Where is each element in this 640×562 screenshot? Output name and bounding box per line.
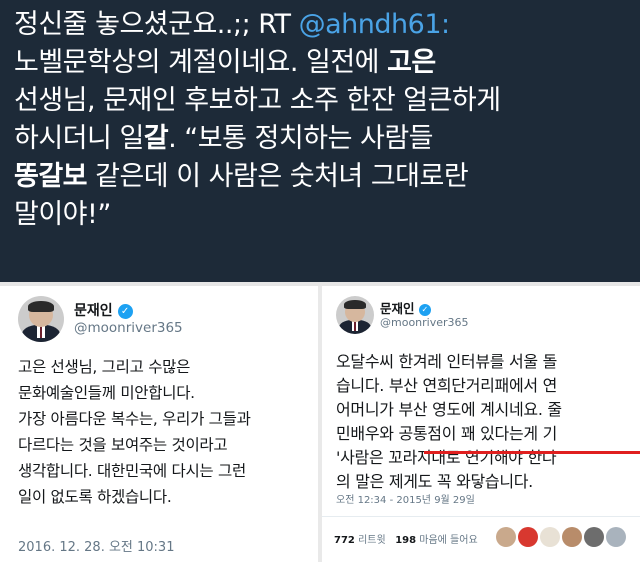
like-count[interactable]: 198 bbox=[395, 535, 416, 546]
right-tweet-card: 문재인 ✓ @moonriver365 오달수씨 한겨레 인터뷰를 서울 돌 습… bbox=[322, 286, 640, 562]
tweet-body-line: 오달수씨 한겨레 인터뷰를 서울 돌 bbox=[336, 352, 558, 371]
retweet-label[interactable]: 리트윗 bbox=[358, 535, 386, 546]
engagement-stats: 772 리트윗 198 마음에 들어요 bbox=[334, 531, 478, 546]
top-line-4-rest: . “보통 정치하는 사람들 bbox=[168, 123, 434, 154]
like-label[interactable]: 마음에 들어요 bbox=[419, 535, 477, 546]
author-name[interactable]: 문재인 ✓ bbox=[380, 298, 431, 317]
mention-handle[interactable]: @ahndh61: bbox=[299, 9, 450, 40]
top-line-4: 하시더니 일갈. “보통 정치하는 사람들 bbox=[14, 120, 630, 158]
top-line-4-bold: 갈 bbox=[143, 123, 169, 154]
verified-badge-icon: ✓ bbox=[418, 303, 431, 316]
tweet-body-line: '사람은 꼬라지대로 연기해야 한다 bbox=[336, 448, 557, 467]
top-line-5: 똥갈보 같은데 이 사람은 숫처녀 그대로란 bbox=[14, 158, 630, 196]
author-handle[interactable]: @moonriver365 bbox=[380, 316, 469, 329]
avatar[interactable] bbox=[336, 296, 374, 334]
engagement-bar: 772 리트윗 198 마음에 들어요 bbox=[322, 516, 640, 562]
tweet-body: 고은 선생님, 그리고 수많은 문화예술인들께 미안합니다. 가장 아름다운 복… bbox=[18, 354, 318, 510]
verified-badge-icon: ✓ bbox=[117, 303, 133, 319]
tweet-body-line: 민배우와 공통점이 꽤 있다는게 기 bbox=[336, 424, 558, 443]
liker-avatar[interactable] bbox=[496, 527, 516, 547]
tweet-body-line: 어머니가 부산 영도에 계시네요. 줄 bbox=[336, 400, 562, 419]
tweet-body-line: 가장 아름다운 복수는, 우리가 그들과 bbox=[18, 410, 251, 428]
liker-avatar[interactable] bbox=[562, 527, 582, 547]
retweet-count[interactable]: 772 bbox=[334, 535, 355, 546]
top-line-2-bold: 고은 bbox=[387, 47, 436, 78]
liker-avatar[interactable] bbox=[518, 527, 538, 547]
author-name[interactable]: 문재인 ✓ bbox=[74, 300, 133, 320]
author-name-text[interactable]: 문재인 bbox=[74, 303, 113, 319]
red-underline-mark bbox=[424, 451, 640, 454]
tweet-body-line: 생각합니다. 대한민국에 다시는 그런 bbox=[18, 462, 246, 480]
author-name-text[interactable]: 문재인 bbox=[380, 301, 415, 316]
top-line-6: 말이야!” bbox=[14, 199, 111, 230]
quoted-retweet-panel: 정신줄 놓으셨군요..;; RT @ahndh61: 노벨문학상의 계절이네요.… bbox=[0, 0, 640, 282]
liker-avatar[interactable] bbox=[606, 527, 626, 547]
tweet-body-line: 다르다는 것을 보여주는 것이라고 bbox=[18, 436, 228, 454]
top-line-5-bold: 똥갈보 bbox=[14, 161, 88, 192]
top-line-5-rest: 같은데 이 사람은 숫처녀 그대로란 bbox=[87, 161, 469, 192]
tweet-body-line: 습니다. 부산 연희단거리패에서 연 bbox=[336, 376, 558, 395]
tweet-body-line: 문화예술인들께 미안합니다. bbox=[18, 384, 195, 402]
tweet-body-line: 고은 선생님, 그리고 수많은 bbox=[18, 358, 191, 376]
left-tweet-card: 문재인 ✓ @moonriver365 고은 선생님, 그리고 수많은 문화예술… bbox=[0, 286, 318, 562]
top-line-3: 선생님, 문재인 후보하고 소주 한잔 얼큰하게 bbox=[14, 85, 501, 116]
top-line-4-text: 하시더니 일 bbox=[14, 123, 144, 154]
tweet-timestamp[interactable]: 2016. 12. 28. 오전 10:31 bbox=[18, 536, 174, 555]
top-line-1: 정신줄 놓으셨군요..;; RT @ahndh61: bbox=[14, 6, 630, 44]
top-line-2: 노벨문학상의 계절이네요. 일전에 고은 bbox=[14, 44, 630, 82]
tweet-timestamp[interactable]: 오전 12:34 - 2015년 9월 29일 bbox=[336, 491, 475, 506]
top-line-1-text: 정신줄 놓으셨군요..;; RT bbox=[14, 9, 299, 40]
avatar[interactable] bbox=[18, 296, 64, 342]
top-line-2-text: 노벨문학상의 계절이네요. 일전에 bbox=[14, 47, 388, 78]
tweet-body-line: 일이 없도록 하겠습니다. bbox=[18, 488, 172, 506]
author-handle[interactable]: @moonriver365 bbox=[74, 320, 183, 336]
tweet-body: 오달수씨 한겨레 인터뷰를 서울 돌 습니다. 부산 연희단거리패에서 연 어머… bbox=[336, 350, 562, 494]
liker-avatar[interactable] bbox=[540, 527, 560, 547]
liker-avatar[interactable] bbox=[584, 527, 604, 547]
